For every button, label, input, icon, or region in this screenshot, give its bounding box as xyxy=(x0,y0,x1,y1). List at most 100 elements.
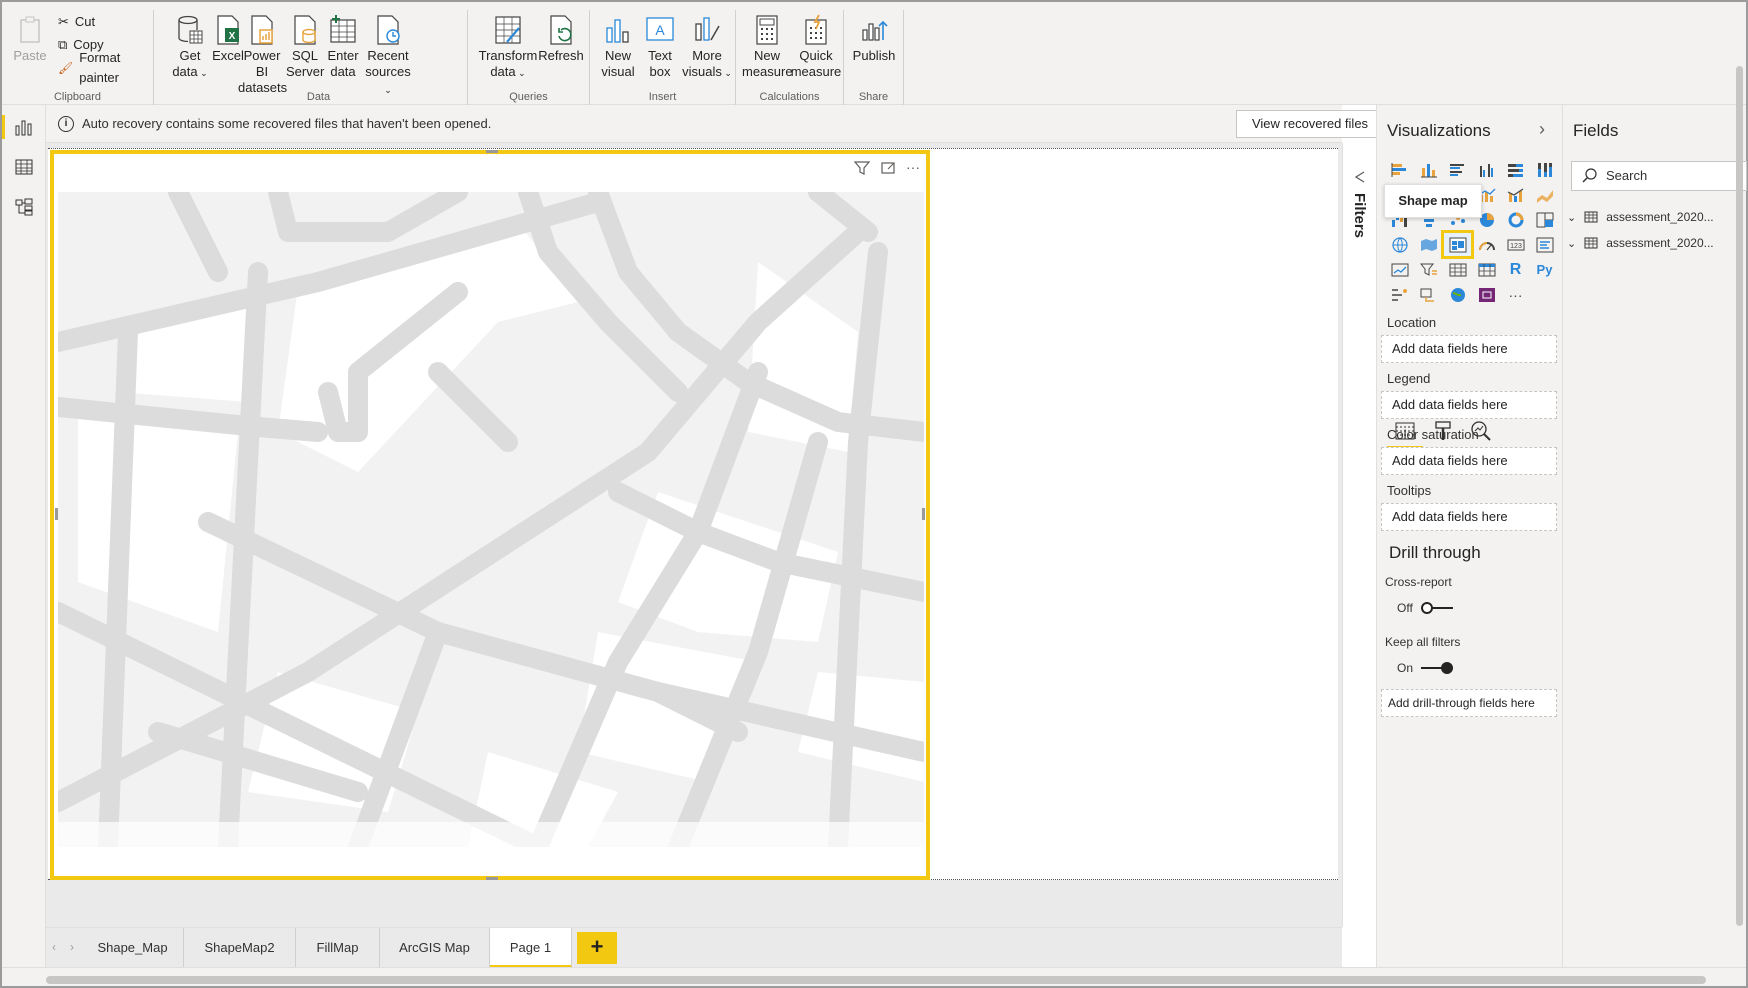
calculations-group: New measure Quick measure Calculations xyxy=(736,10,844,105)
vertical-scrollbar[interactable] xyxy=(1736,66,1743,926)
more-options-icon[interactable]: ··· xyxy=(906,160,920,176)
cross-report-state: Off xyxy=(1397,601,1413,615)
tab-scroll-right-icon[interactable]: › xyxy=(70,940,74,954)
add-page-button[interactable]: + xyxy=(577,932,617,964)
tooltips-well[interactable]: Add data fields here xyxy=(1381,503,1557,531)
map-icon[interactable] xyxy=(1385,232,1414,257)
horizontal-scrollbar[interactable] xyxy=(46,976,1706,984)
matrix-icon[interactable] xyxy=(1472,257,1501,282)
table-visual-icon[interactable] xyxy=(1443,257,1472,282)
more-visuals-button[interactable]: More visuals ⌄ xyxy=(682,14,732,81)
new-measure-label-2: measure xyxy=(742,64,793,79)
shape-map-icon[interactable] xyxy=(1441,230,1474,259)
chevron-down-icon[interactable]: ⌄ xyxy=(1567,237,1576,250)
r-visual-icon[interactable]: R xyxy=(1501,257,1530,282)
shape-map-visual[interactable]: ··· xyxy=(50,150,930,880)
power-bi-datasets-button[interactable]: Power BI datasets xyxy=(238,14,287,96)
data-view-button[interactable] xyxy=(6,149,42,185)
visual-header: ··· xyxy=(854,160,920,176)
python-visual-icon[interactable]: Py xyxy=(1530,257,1559,282)
python-visual-label: Py xyxy=(1536,262,1553,277)
tab-page-1[interactable]: Page 1 xyxy=(490,928,572,968)
report-view-button[interactable] xyxy=(2,109,42,145)
stacked-bar-chart-icon[interactable] xyxy=(1385,157,1414,182)
decomposition-tree-icon[interactable] xyxy=(1414,282,1443,307)
gauge-icon[interactable] xyxy=(1472,232,1501,257)
keep-all-filters-toggle[interactable]: On xyxy=(1397,661,1454,675)
clustered-column-chart-icon[interactable] xyxy=(1472,157,1501,182)
treemap-icon[interactable] xyxy=(1530,207,1559,232)
resize-handle-top[interactable] xyxy=(486,150,498,153)
tab-fillmap[interactable]: FillMap xyxy=(296,928,380,968)
ribbon-chart-icon[interactable] xyxy=(1530,182,1559,207)
refresh-button[interactable]: Refresh xyxy=(538,14,584,64)
100-stacked-bar-chart-icon[interactable] xyxy=(1501,157,1530,182)
enter-data-button[interactable]: Enter data xyxy=(324,14,362,80)
paintbrush-icon: 🖌 xyxy=(58,61,74,75)
filter-icon[interactable] xyxy=(854,160,870,176)
quick-measure-label: Quick xyxy=(799,48,833,63)
line-and-clustered-column-chart-icon[interactable] xyxy=(1501,182,1530,207)
100-stacked-column-chart-icon[interactable] xyxy=(1530,157,1559,182)
chevron-down-icon: ⌄ xyxy=(197,68,208,78)
new-visual-button[interactable]: New visual xyxy=(598,14,638,80)
map-placeholder xyxy=(58,192,924,847)
sql-server-button[interactable]: SQL Server xyxy=(286,14,324,80)
chevron-down-icon[interactable]: ⌄ xyxy=(1567,211,1576,224)
multi-row-card-icon[interactable] xyxy=(1530,232,1559,257)
tab-scroll-left-icon[interactable]: ‹ xyxy=(52,940,56,954)
card-icon[interactable]: 123 xyxy=(1501,232,1530,257)
view-recovered-files-button[interactable]: View recovered files xyxy=(1236,110,1384,138)
model-view-button[interactable] xyxy=(6,189,42,225)
more-visuals-ellipsis-icon[interactable]: ··· xyxy=(1501,282,1530,307)
resize-handle-left[interactable] xyxy=(55,508,58,520)
location-well[interactable]: Add data fields here xyxy=(1381,335,1557,363)
paste-button[interactable]: Paste xyxy=(10,14,50,64)
model-icon xyxy=(15,198,33,216)
shape-map-tooltip: Shape map xyxy=(1384,184,1482,218)
power-apps-icon[interactable] xyxy=(1472,282,1501,307)
clustered-bar-chart-icon[interactable] xyxy=(1443,157,1472,182)
calculator-icon xyxy=(756,15,778,45)
cross-report-toggle[interactable]: Off xyxy=(1397,601,1453,615)
recovery-message: Auto recovery contains some recovered fi… xyxy=(82,116,492,131)
filled-map-icon[interactable] xyxy=(1414,232,1443,257)
field-table-1[interactable]: ⌄ assessment_2020... xyxy=(1567,205,1714,229)
arcgis-map-icon[interactable] xyxy=(1443,282,1472,307)
tab-shapemap2[interactable]: ShapeMap2 xyxy=(184,928,296,968)
cut-button[interactable]: ✂ Cut xyxy=(58,12,95,32)
legend-well[interactable]: Add data fields here xyxy=(1381,391,1557,419)
expand-filters-icon[interactable] xyxy=(1354,171,1366,183)
recent-sources-icon xyxy=(377,15,400,45)
slicer-icon[interactable] xyxy=(1414,257,1443,282)
field-table-2[interactable]: ⌄ assessment_2020... xyxy=(1567,231,1714,255)
quick-measure-button[interactable]: Quick measure xyxy=(790,14,842,80)
collapse-visualizations-icon[interactable]: › xyxy=(1539,119,1545,140)
get-data-button[interactable]: Get data ⌄ xyxy=(170,14,210,81)
color-saturation-well[interactable]: Add data fields here xyxy=(1381,447,1557,475)
publish-button[interactable]: Publish xyxy=(850,14,898,64)
text-box-button[interactable]: A Text box xyxy=(640,14,680,80)
fields-pane: Fields Search ⌄ assessment_2020... ⌄ ass… xyxy=(1562,105,1747,967)
resize-handle-bottom[interactable] xyxy=(486,877,498,880)
new-measure-button[interactable]: New measure xyxy=(742,14,793,80)
tab-shape-map[interactable]: Shape_Map xyxy=(82,928,184,968)
recent-sources-button[interactable]: Recent sources ⌄ xyxy=(362,14,414,98)
filters-pane-collapsed[interactable]: Filters xyxy=(1342,143,1376,927)
kpi-icon[interactable] xyxy=(1385,257,1414,282)
resize-handle-right[interactable] xyxy=(922,508,925,520)
focus-mode-icon[interactable] xyxy=(880,160,896,176)
stacked-column-chart-icon[interactable] xyxy=(1414,157,1443,182)
donut-chart-icon[interactable] xyxy=(1501,207,1530,232)
more-visuals-label: More xyxy=(692,48,722,63)
transform-data-button[interactable]: Transform data ⌄ xyxy=(478,14,538,81)
key-influencers-icon[interactable] xyxy=(1385,282,1414,307)
tab-arcgis-map[interactable]: ArcGIS Map xyxy=(380,928,490,968)
table-icon xyxy=(1584,211,1598,223)
recent-label: Recent xyxy=(367,48,409,63)
transform-icon xyxy=(495,16,521,44)
visualizations-pane: Visualizations › 123 R Py ··· Location A… xyxy=(1376,105,1562,967)
drill-through-well[interactable]: Add drill-through fields here xyxy=(1381,689,1557,717)
fields-search-input[interactable]: Search xyxy=(1571,161,1747,191)
format-painter-button[interactable]: 🖌 Format painter xyxy=(58,50,153,85)
